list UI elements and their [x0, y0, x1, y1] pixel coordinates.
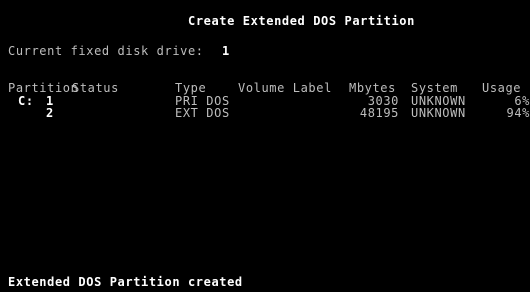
header-volume-label: Volume Label	[238, 81, 332, 95]
row-drive-letter: C:	[18, 94, 34, 108]
row-system: UNKNOWN	[411, 106, 466, 120]
header-usage: Usage	[482, 81, 522, 95]
current-drive-label: Current fixed disk drive:	[8, 44, 204, 58]
row-partition-number: 2	[46, 106, 54, 120]
row-usage: 94%	[506, 107, 530, 120]
row-type: EXT DOS	[175, 106, 230, 120]
screen-title: Create Extended DOS Partition	[188, 14, 415, 28]
dos-fdisk-screen: Create Extended DOS Partition Current fi…	[0, 0, 530, 292]
header-status: Status	[72, 81, 119, 95]
row-mbytes: 48195	[359, 106, 399, 120]
current-drive-value: 1	[222, 44, 230, 58]
status-message: Extended DOS Partition created	[8, 275, 243, 289]
